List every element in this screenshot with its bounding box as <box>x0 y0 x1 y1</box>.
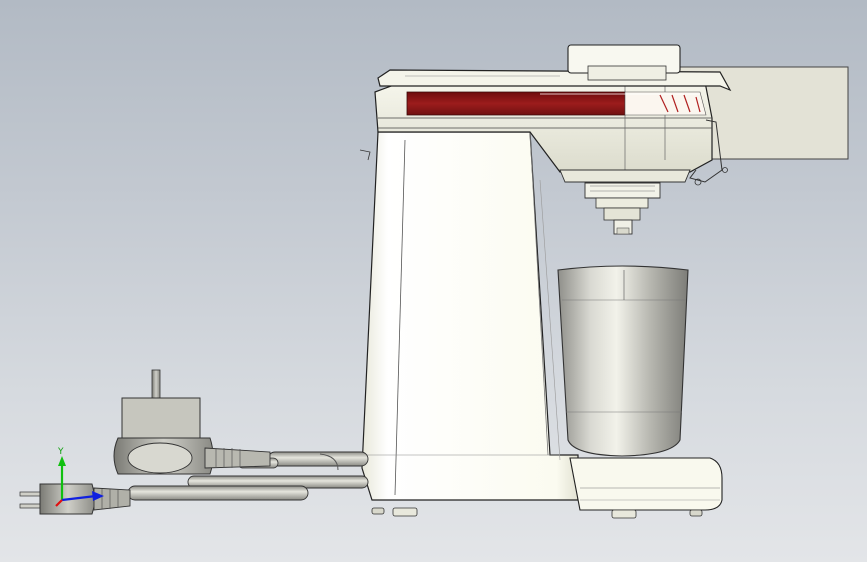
drip-tray-base[interactable] <box>569 457 723 519</box>
drip-nozzle[interactable] <box>613 219 633 235</box>
top-lid[interactable] <box>377 44 732 92</box>
cad-model-scene[interactable]: Y <box>0 0 867 562</box>
brew-head[interactable] <box>559 169 691 221</box>
triad-y-label: Y <box>57 447 64 457</box>
eu-plug[interactable] <box>113 369 271 475</box>
cad-viewport[interactable]: Y <box>0 0 867 562</box>
carafe-cup[interactable] <box>557 265 689 457</box>
red-accent-band <box>406 91 707 116</box>
coffee-maker-body[interactable] <box>361 131 579 517</box>
